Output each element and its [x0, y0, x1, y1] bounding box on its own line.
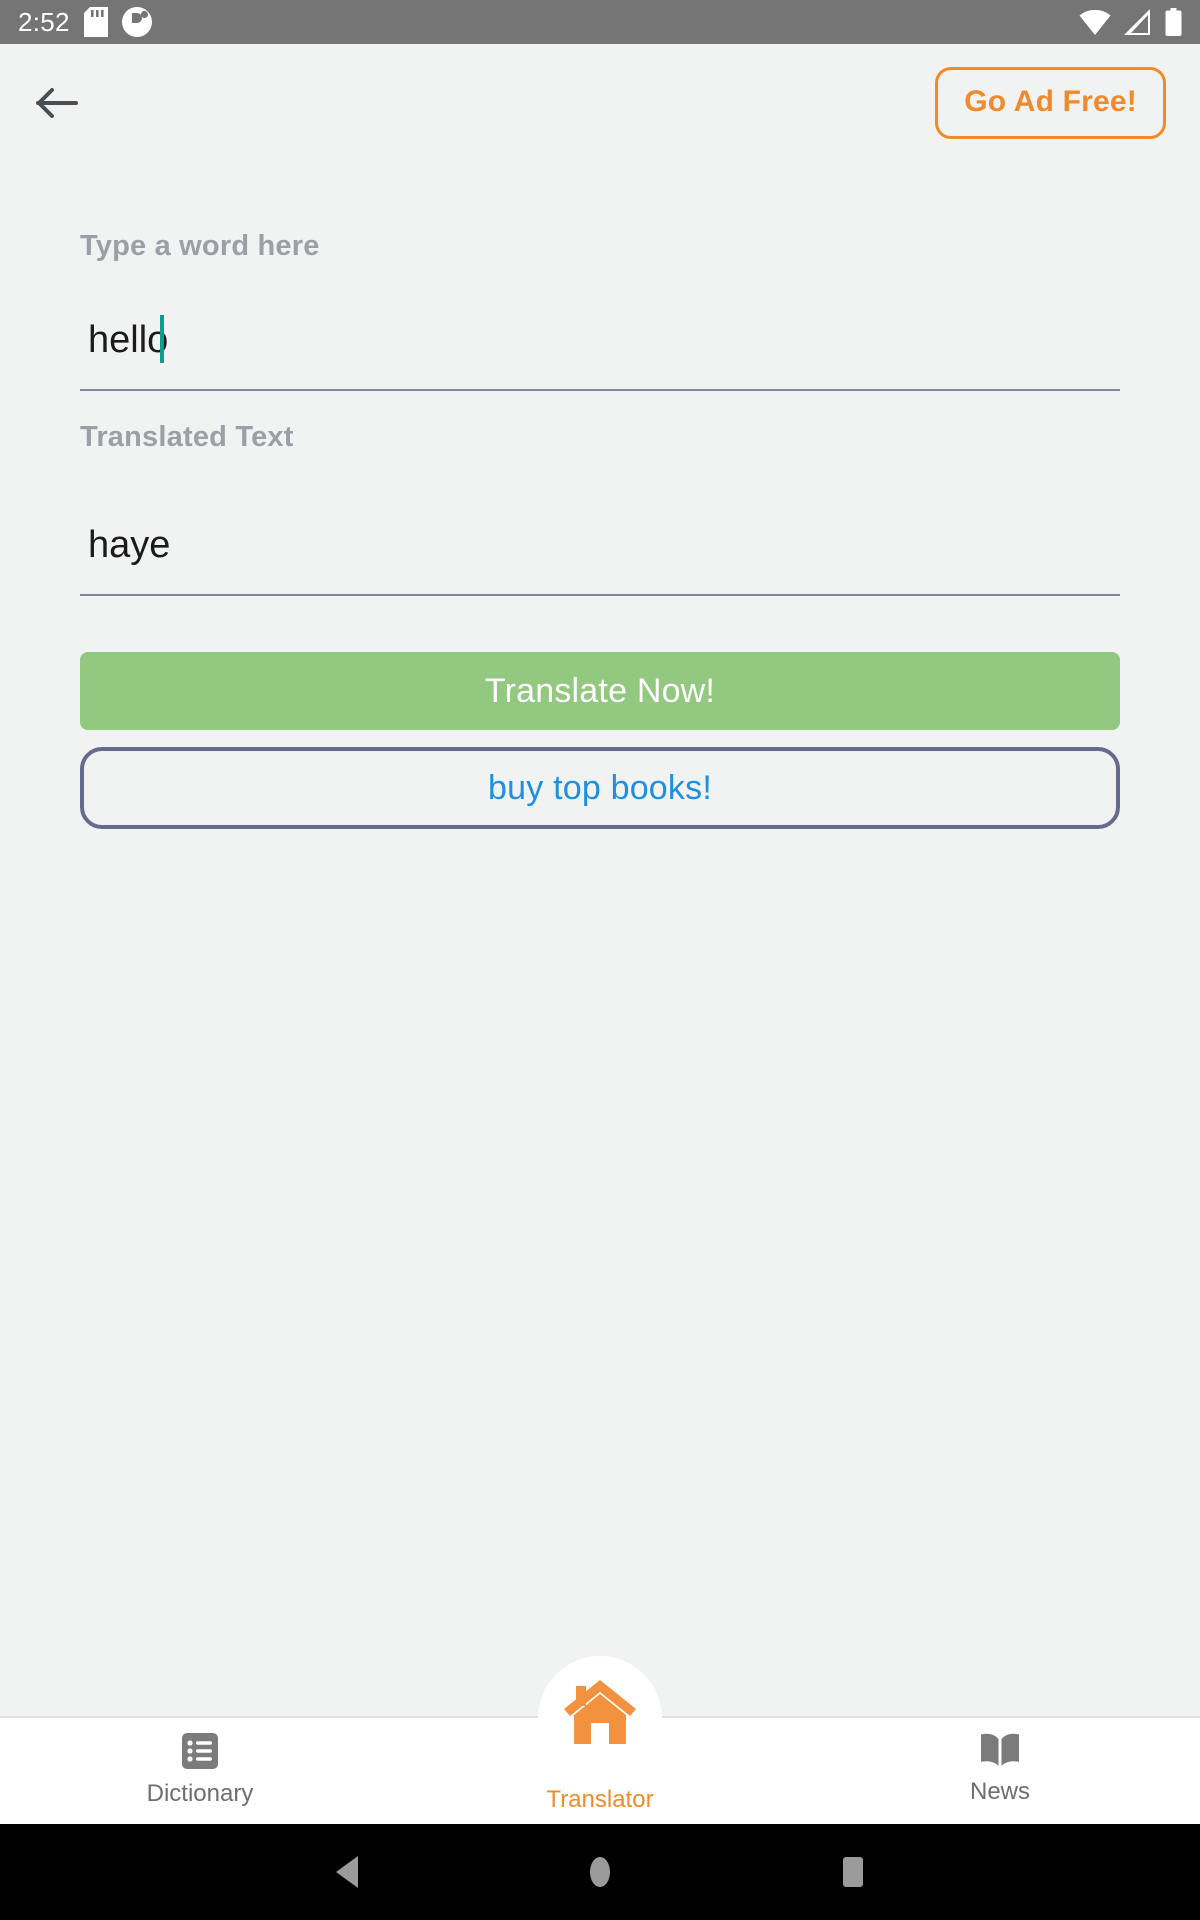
target-field-group: Translated Text: [80, 423, 1120, 596]
buy-books-row: buy top books!: [80, 747, 1120, 829]
system-navigation-bar: [0, 1824, 1200, 1920]
nav-label-news: News: [969, 1778, 1030, 1805]
sidebar-item-translator[interactable]: Translator: [400, 1680, 800, 1826]
system-back-button[interactable]: [302, 1824, 392, 1920]
list-icon: [179, 1730, 221, 1772]
status-bar-right: [1079, 8, 1182, 36]
wifi-icon: [1079, 9, 1111, 35]
source-field-group: Type a word here: [80, 232, 1120, 391]
main-content: Type a word here Translated Text Transla…: [0, 162, 1200, 1716]
cellular-signal-icon: [1124, 9, 1152, 35]
source-field-label: Type a word here: [80, 230, 320, 262]
back-button[interactable]: [22, 68, 92, 138]
sidebar-item-dictionary[interactable]: Dictionary: [0, 1718, 400, 1826]
back-arrow-icon: [36, 87, 78, 119]
sidebar-item-news[interactable]: News: [800, 1718, 1200, 1826]
system-recents-button[interactable]: [808, 1824, 898, 1920]
app-notification-icon: [121, 7, 152, 37]
home-icon: [562, 1678, 638, 1746]
buy-top-books-button[interactable]: buy top books!: [80, 747, 1120, 829]
target-text-input[interactable]: [80, 523, 1120, 567]
open-book-icon: [978, 1730, 1022, 1770]
system-back-icon: [332, 1854, 362, 1890]
app-bar: Go Ad Free!: [0, 44, 1200, 162]
text-cursor: [160, 315, 164, 363]
bottom-navigation: Dictionary Translator News: [0, 1656, 1200, 1826]
status-time: 2:52: [18, 7, 70, 37]
system-home-icon: [588, 1854, 612, 1890]
status-bar-left: 2:52: [18, 7, 152, 37]
battery-icon: [1165, 8, 1182, 36]
source-text-input[interactable]: [80, 318, 1120, 362]
target-input-wrapper[interactable]: [80, 496, 1120, 596]
system-home-button[interactable]: [555, 1824, 645, 1920]
go-ad-free-button[interactable]: Go Ad Free!: [935, 67, 1166, 139]
translate-now-button[interactable]: Translate Now!: [80, 652, 1120, 730]
app-screen: 2:52 Go Ad Free! Type a word here hello …: [0, 0, 1200, 1920]
sd-card-icon: [83, 7, 108, 37]
status-bar: 2:52: [0, 0, 1200, 44]
source-input-wrapper[interactable]: [80, 291, 1120, 391]
target-field-label: Translated Text: [80, 421, 294, 453]
nav-label-translator: Translator: [546, 1786, 654, 1813]
nav-label-dictionary: Dictionary: [146, 1780, 254, 1807]
system-recents-icon: [840, 1855, 866, 1889]
